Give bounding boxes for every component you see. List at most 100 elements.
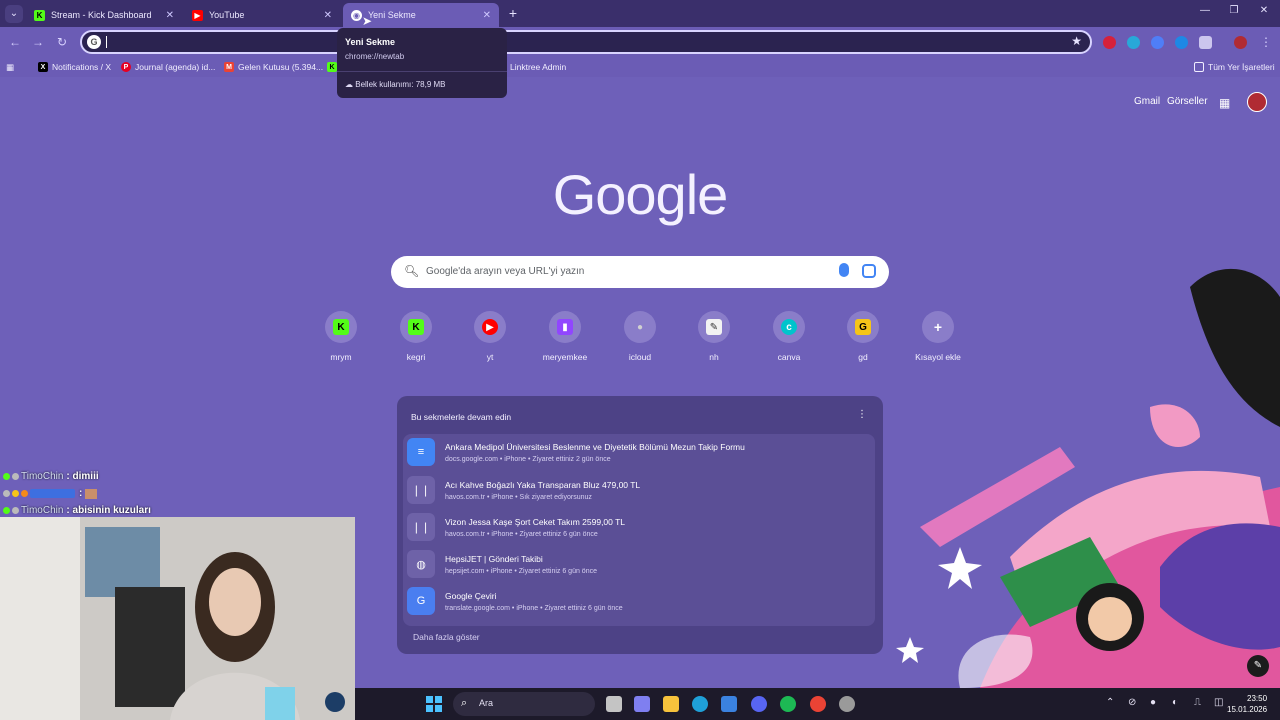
extension-icon[interactable] — [1175, 36, 1188, 49]
all-bookmarks-label: Tüm Yer İşaretleri — [1208, 62, 1275, 72]
list-item[interactable]: ❘❘ Acı Kahve Boğazlı Yaka Transparan Blu… — [403, 472, 875, 508]
new-tab-button[interactable]: + — [505, 5, 521, 21]
chevron-up-icon[interactable]: ⌃ — [1106, 697, 1114, 708]
kick-icon: K — [327, 62, 337, 72]
search-icon: 🔍︎ — [404, 264, 420, 278]
mouse-cursor-icon: ➤ — [362, 14, 373, 28]
tab-strip: ⌄ K Stream - Kick Dashboard ✕ ▶ YouTube … — [0, 0, 1280, 27]
close-icon[interactable]: ✕ — [483, 10, 491, 21]
taskbar-search[interactable]: ⌕ Ara — [453, 692, 595, 716]
shortcut-meryemkee[interactable]: ▮ meryemkee — [533, 311, 597, 362]
tab-label: YouTube — [209, 10, 245, 20]
chrome-icon: ◉ — [351, 9, 362, 21]
list-item[interactable]: ❘❘ Vizon Jessa Kaşe Şort Ceket Takım 259… — [403, 509, 875, 545]
microphone-icon[interactable] — [839, 263, 849, 277]
search-input[interactable]: Google'da arayın veya URL'yi yazın — [426, 266, 584, 277]
discord-icon[interactable] — [751, 696, 767, 712]
apps-icon[interactable]: ▦ — [6, 60, 14, 74]
shortcut-yt[interactable]: ▶ yt — [458, 311, 522, 362]
shortcut-kegri[interactable]: K kegri — [384, 311, 448, 362]
avatar[interactable] — [1247, 92, 1267, 112]
minimize-button[interactable]: — — [1197, 5, 1213, 16]
chrome-icon[interactable] — [810, 696, 826, 712]
shortcut-nh[interactable]: ✎ nh — [682, 311, 746, 362]
shortcut-tile: c — [773, 311, 805, 343]
gmail-icon: M — [224, 62, 234, 72]
nh-icon: ✎ — [706, 319, 722, 335]
google-icon: G — [87, 35, 101, 49]
extension-icon[interactable] — [1103, 36, 1116, 49]
restore-button[interactable]: ❐ — [1226, 5, 1242, 16]
taskbar-search-label: Ara — [479, 698, 494, 708]
windows-start-icon[interactable] — [426, 696, 442, 712]
badge-icon — [21, 490, 28, 497]
close-icon[interactable]: ✕ — [324, 10, 332, 21]
profile-avatar[interactable] — [1234, 36, 1247, 49]
doodle-illustration[interactable] — [860, 227, 1280, 688]
file-explorer-icon[interactable] — [663, 696, 679, 712]
badge-icon — [3, 490, 10, 497]
list-item[interactable]: ◍ HepsiJET | Gönderi Takibi hepsijet.com… — [403, 546, 875, 582]
spotify-icon[interactable] — [780, 696, 796, 712]
shortcut-tile: K — [400, 311, 432, 343]
close-icon[interactable]: ✕ — [166, 10, 174, 21]
address-bar[interactable]: G ★ — [80, 30, 1092, 54]
tray-app-icon[interactable]: ◐ — [1172, 697, 1178, 708]
bookmark-item[interactable]: P Journal (agenda) id... — [121, 60, 215, 74]
text-caret — [106, 36, 107, 48]
kick-icon: K — [333, 319, 349, 335]
hover-card-url: chrome://newtab — [345, 52, 405, 61]
back-button[interactable]: ← — [6, 33, 24, 51]
memory-usage: ☁ Bellek kullanımı: 78,9 MB — [345, 80, 446, 89]
tray-app-icon[interactable]: ● — [1150, 697, 1156, 708]
more-menu-icon[interactable]: ⋮ — [1257, 33, 1275, 51]
system-clock[interactable]: 23:50 15.01.2026 — [1227, 693, 1267, 715]
tab-youtube[interactable]: ▶ YouTube ✕ — [184, 3, 340, 27]
kick-icon: K — [408, 319, 424, 335]
list-item[interactable]: G Google Çeviri translate.google.com • i… — [403, 583, 875, 619]
item-title: Ankara Medipol Üniversitesi Beslenme ve … — [445, 442, 745, 452]
chat-username: TimoChin — [21, 505, 64, 516]
microphone-icon[interactable]: ⎍ — [1194, 697, 1201, 708]
extension-icon[interactable] — [1127, 36, 1140, 49]
tab-search-button[interactable]: ⌄ — [5, 4, 23, 23]
tab-kick-dashboard[interactable]: K Stream - Kick Dashboard ✕ — [26, 3, 182, 27]
gmail-link[interactable]: Gmail — [1134, 96, 1160, 107]
card-title: Bu sekmelerle devam edin — [411, 412, 512, 422]
chat-message: TimoChin : abisinin kuzuları — [3, 502, 151, 519]
all-bookmarks[interactable]: Tüm Yer İşaretleri — [1194, 60, 1275, 74]
item-meta: havos.com.tr • iPhone • Ziyaret ettiniz … — [445, 531, 598, 538]
close-window-button[interactable]: ✕ — [1256, 5, 1272, 16]
shortcut-canva[interactable]: c canva — [757, 311, 821, 362]
reload-button[interactable]: ↻ — [53, 33, 71, 51]
chat-text: : dimiii — [66, 471, 99, 482]
task-view-icon[interactable] — [606, 696, 622, 712]
shortcut-icloud[interactable]: ● icloud — [608, 311, 672, 362]
store-icon[interactable] — [721, 696, 737, 712]
copilot-icon[interactable] — [634, 696, 650, 712]
search-box[interactable]: 🔍︎ Google'da arayın veya URL'yi yazın — [391, 256, 889, 288]
list-item[interactable]: ≡ Ankara Medipol Üniversitesi Beslenme v… — [403, 434, 875, 470]
stream-chat-overlay: TimoChin : dimiii : TimoChin : abisinin … — [3, 468, 151, 519]
bookmark-item[interactable]: X Notifications / X — [38, 60, 111, 74]
edge-icon[interactable] — [692, 696, 708, 712]
images-link[interactable]: Görseller — [1167, 96, 1208, 107]
customize-pencil-icon[interactable]: ✎ — [1247, 655, 1269, 677]
memory-icon: ☁ — [345, 80, 356, 89]
obs-icon[interactable] — [839, 696, 855, 712]
wifi-icon[interactable]: ◫ — [1214, 697, 1223, 708]
item-meta: docs.google.com • iPhone • Ziyaret ettin… — [445, 456, 611, 463]
shortcut-label: canva — [777, 352, 801, 362]
google-apps-icon[interactable]: ▦ — [1219, 96, 1230, 110]
forward-button[interactable]: → — [29, 33, 47, 51]
badge-icon — [12, 490, 19, 497]
extensions-puzzle-icon[interactable] — [1199, 36, 1212, 49]
show-more-link[interactable]: Daha fazla göster — [413, 632, 480, 642]
tray-app-icon[interactable]: ⊘ — [1128, 697, 1136, 708]
bookmark-item[interactable]: M Gelen Kutusu (5.394... — [224, 60, 323, 74]
bookmark-star-icon[interactable]: ★ — [1071, 34, 1082, 48]
extension-icon[interactable] — [1151, 36, 1164, 49]
shortcut-mrym[interactable]: K mrym — [309, 311, 373, 362]
item-meta: translate.google.com • iPhone • Ziyaret … — [445, 605, 623, 612]
memory-label: Bellek kullanımı: 78,9 MB — [355, 80, 446, 89]
